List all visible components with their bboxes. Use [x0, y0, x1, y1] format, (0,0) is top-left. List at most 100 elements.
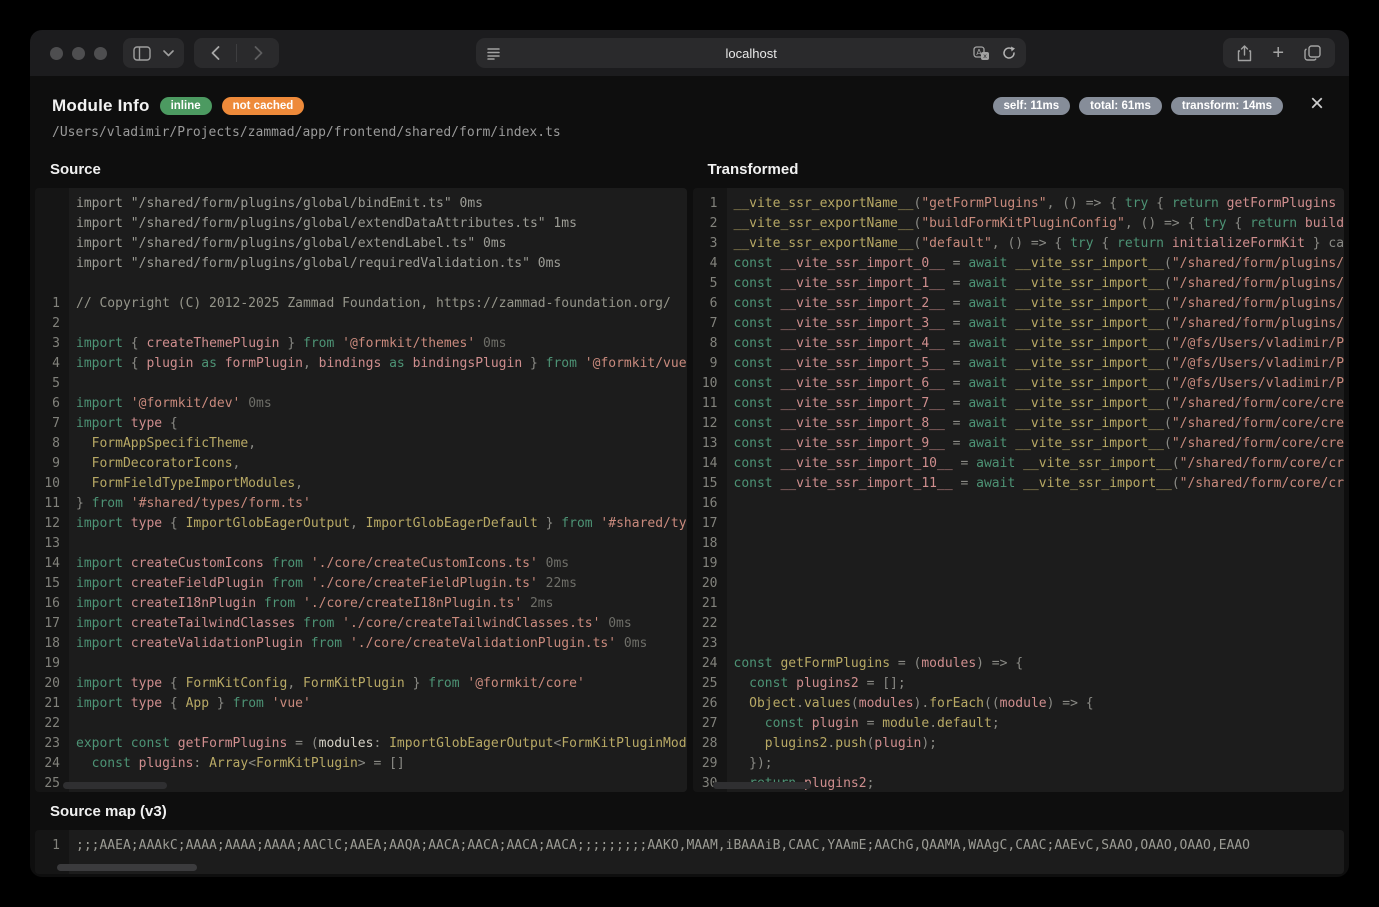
source-code-block[interactable]: import "/shared/form/plugins/global/bind…	[35, 188, 687, 792]
code-line: 18import createValidationPlugin from './…	[35, 634, 687, 654]
code-line: 14const __vite_ssr_import_10__ = await _…	[693, 454, 1345, 474]
line-number: 6	[693, 294, 727, 314]
line-number: 2	[35, 314, 69, 334]
code-line: 6import '@formkit/dev' 0ms	[35, 394, 687, 414]
code-line: 12const __vite_ssr_import_8__ = await __…	[693, 414, 1345, 434]
code-line: 12import type { ImportGlobEagerOutput, I…	[35, 514, 687, 534]
line-number: 16	[35, 594, 69, 614]
transformed-code-block[interactable]: 1__vite_ssr_exportName__("getFormPlugins…	[693, 188, 1345, 792]
line-number: 2	[693, 214, 727, 234]
code-line: 26 Object.values(modules).forEach((modul…	[693, 694, 1345, 714]
sourcemap-section: Source map (v3) 1;;;AAEA;AAAkC;AAAA;AAAA…	[35, 794, 1344, 874]
line-number: 12	[693, 414, 727, 434]
code-line: 23export const getFormPlugins = (modules…	[35, 734, 687, 754]
code-line: 14import createCustomIcons from './core/…	[35, 554, 687, 574]
chevron-left-icon	[211, 46, 220, 60]
code-line: 28 plugins2.push(plugin);	[693, 734, 1345, 754]
sidebar-toggle-button[interactable]	[123, 38, 161, 68]
transform-time-badge: transform: 14ms	[1171, 97, 1283, 115]
reload-icon[interactable]	[1002, 46, 1016, 60]
reader-icon[interactable]	[486, 47, 501, 60]
code-line: 21	[693, 594, 1345, 614]
chevron-right-icon	[254, 46, 263, 60]
sourcemap-code-block[interactable]: 1;;;AAEA;AAAkC;AAAA;AAAA;AAAA;AAClC;AAEA…	[35, 830, 1344, 874]
new-tab-button[interactable]: +	[1262, 38, 1294, 68]
line-number: 8	[693, 334, 727, 354]
code-line: 1// Copyright (C) 2012-2025 Zammad Found…	[35, 294, 687, 314]
line-number: 13	[693, 434, 727, 454]
share-icon	[1237, 45, 1252, 62]
line-number: 9	[693, 354, 727, 374]
line-number: 29	[693, 754, 727, 774]
traffic-light-zoom[interactable]	[94, 47, 107, 60]
code-line: 8 FormAppSpecificTheme,	[35, 434, 687, 454]
line-number: 10	[35, 474, 69, 494]
code-line: 1;;;AAEA;AAAkC;AAAA;AAAA;AAAA;AAClC;AAEA…	[35, 836, 1344, 856]
line-number: 17	[693, 514, 727, 534]
code-line: 27 const plugin = module.default;	[693, 714, 1345, 734]
line-number: 6	[35, 394, 69, 414]
timing-badges: self: 11ms total: 61ms transform: 14ms	[993, 97, 1283, 115]
module-file-path: /Users/vladimir/Projects/zammad/app/fron…	[52, 125, 1327, 140]
traffic-light-close[interactable]	[50, 47, 63, 60]
line-number: 15	[35, 574, 69, 594]
line-number: 18	[35, 634, 69, 654]
back-button[interactable]	[194, 38, 236, 68]
browser-toolbar: localhost A x	[30, 30, 1349, 76]
svg-text:x: x	[983, 52, 987, 60]
line-number: 4	[693, 254, 727, 274]
sourcemap-title: Source map (v3)	[35, 794, 1344, 830]
line-number: 22	[693, 614, 727, 634]
code-line: 25 const plugins2 = [];	[693, 674, 1345, 694]
translate-icon[interactable]: A x	[973, 46, 990, 61]
code-line: 4const __vite_ssr_import_0__ = await __v…	[693, 254, 1345, 274]
line-number: 7	[35, 414, 69, 434]
line-number: 21	[35, 694, 69, 714]
forward-button[interactable]	[237, 38, 279, 68]
code-line: 20	[693, 574, 1345, 594]
line-number	[35, 254, 69, 274]
url-text: localhost	[476, 46, 1026, 61]
code-line: 9const __vite_ssr_import_5__ = await __v…	[693, 354, 1345, 374]
line-number: 15	[693, 474, 727, 494]
line-number: 20	[693, 574, 727, 594]
code-line	[35, 274, 687, 294]
code-line: 1__vite_ssr_exportName__("getFormPlugins…	[693, 194, 1345, 214]
page-content: Module Info inline not cached self: 11ms…	[30, 76, 1349, 874]
transformed-horizontal-scrollbar[interactable]	[713, 782, 811, 789]
tab-overview-button[interactable]	[1294, 38, 1331, 68]
source-pane-title: Source	[35, 152, 687, 188]
sidebar-menu-button[interactable]	[161, 38, 184, 68]
traffic-light-minimize[interactable]	[72, 47, 85, 60]
line-number: 18	[693, 534, 727, 554]
line-number: 9	[35, 454, 69, 474]
source-pane: Source import "/shared/form/plugins/glob…	[35, 152, 687, 792]
code-line: 10 FormFieldTypeImportModules,	[35, 474, 687, 494]
sidebar-icon	[133, 46, 151, 61]
sourcemap-horizontal-scrollbar[interactable]	[57, 864, 197, 871]
code-line: import "/shared/form/plugins/global/requ…	[35, 254, 687, 274]
code-line: 24 const plugins: Array<FormKitPlugin> =…	[35, 754, 687, 774]
code-line: 5const __vite_ssr_import_1__ = await __v…	[693, 274, 1345, 294]
line-number: 26	[693, 694, 727, 714]
line-number: 20	[35, 674, 69, 694]
line-number: 3	[693, 234, 727, 254]
code-line: 17import createTailwindClasses from './c…	[35, 614, 687, 634]
share-button[interactable]	[1227, 38, 1262, 68]
source-horizontal-scrollbar[interactable]	[63, 782, 167, 789]
code-line: 18	[693, 534, 1345, 554]
line-number: 4	[35, 354, 69, 374]
line-number	[35, 274, 69, 294]
code-line: 8const __vite_ssr_import_4__ = await __v…	[693, 334, 1345, 354]
address-bar[interactable]: localhost A x	[476, 38, 1026, 68]
code-line: import "/shared/form/plugins/global/exte…	[35, 234, 687, 254]
page-title: Module Info	[52, 96, 150, 116]
line-number: 13	[35, 534, 69, 554]
line-number	[35, 194, 69, 214]
chevron-down-icon	[163, 50, 174, 57]
line-number	[35, 234, 69, 254]
code-line: 11} from '#shared/types/form.ts'	[35, 494, 687, 514]
close-icon[interactable]: ×	[1306, 88, 1328, 120]
line-number: 23	[693, 634, 727, 654]
code-line: import "/shared/form/plugins/global/exte…	[35, 214, 687, 234]
